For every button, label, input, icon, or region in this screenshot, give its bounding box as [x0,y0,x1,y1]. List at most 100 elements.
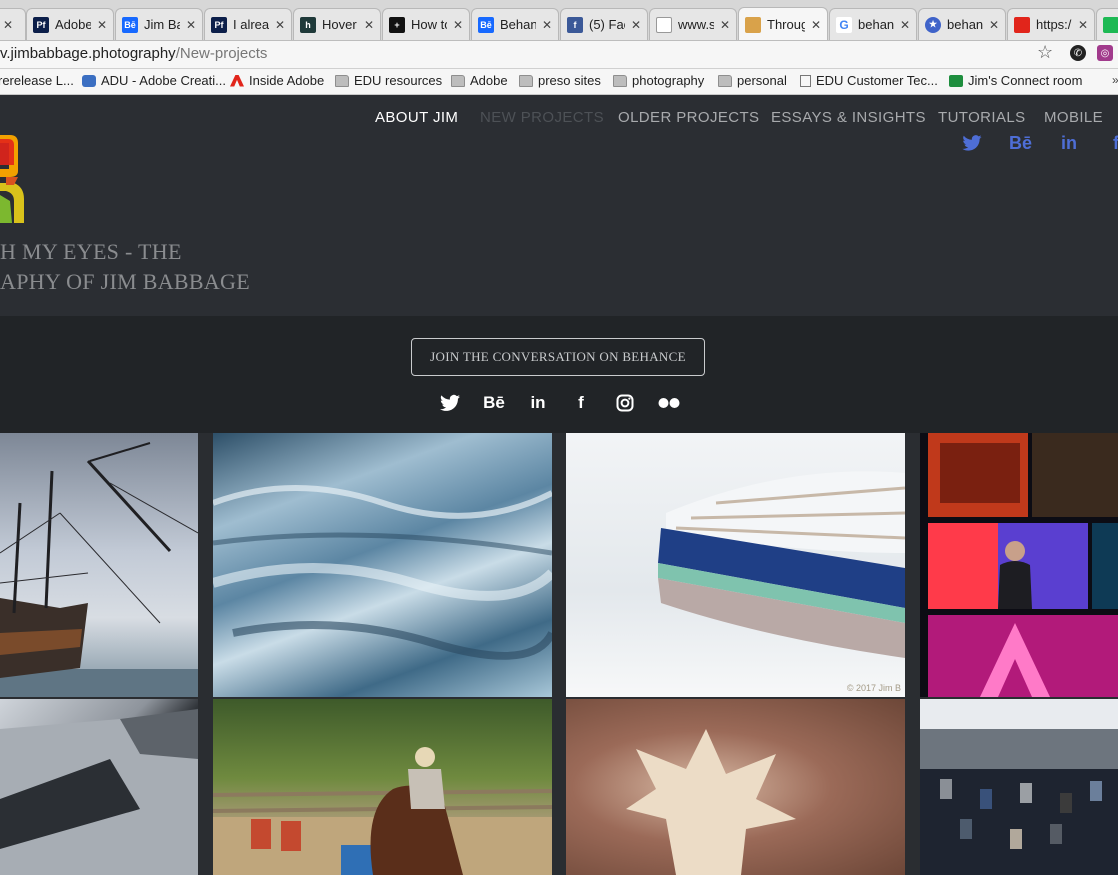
tile-leaf[interactable] [566,699,905,875]
bookmarks-bar: rerelease L... ADU - Adobe Creati... Ins… [0,69,1118,95]
boat-photo [658,471,905,658]
favicon-icon: Pf [33,16,49,33]
folder-icon [613,74,627,87]
chat-extension-icon[interactable]: ✆ [1070,45,1086,61]
browser-tab[interactable]: Pf I alrea ✕ [204,8,292,40]
close-icon[interactable]: ✕ [811,18,821,32]
browser-tab-bar: ✕ Pf Adobe ✕ Bē Jim Ba ✕ Pf I alrea ✕ h … [0,0,1118,41]
close-icon[interactable]: ✕ [364,18,374,32]
flickr-icon[interactable] [657,393,681,413]
facebook-icon[interactable]: f [1113,133,1118,154]
bookmark-folder[interactable]: EDU resources [335,73,442,88]
close-icon[interactable]: ✕ [1078,18,1088,32]
browser-tab-partial[interactable] [1096,8,1118,40]
bookmark-item[interactable]: ADU - Adobe Creati... [82,73,226,88]
browser-tab[interactable]: h Hover ✕ [293,8,381,40]
behance-icon[interactable]: Bē [1009,133,1032,154]
ice-photo [213,485,552,660]
nav-about-jim[interactable]: ABOUT JIM [375,109,458,126]
favicon-icon: + [389,16,405,33]
close-icon[interactable]: ✕ [631,18,641,32]
site-header: H MY EYES - THE APHY OF JIM BABBAGE ABOU… [0,95,1118,316]
favicon-icon: f [567,16,583,33]
instagram-icon[interactable] [616,393,634,413]
bookmark-folder[interactable]: personal [718,73,787,88]
browser-tab[interactable]: + How to ✕ [382,8,470,40]
browser-tab[interactable]: ★ behanc ✕ [918,8,1006,40]
site-logo[interactable] [0,117,26,223]
ship-photo [0,442,198,697]
more-bookmarks-icon[interactable]: » [1112,73,1118,87]
crowd-photo [920,699,1118,875]
nav-older-projects[interactable]: OLDER PROJECTS [618,109,759,126]
bookmark-star-icon[interactable]: ☆ [1037,42,1053,63]
tile-crowd[interactable] [920,699,1118,875]
favicon-icon: Bē [478,16,494,33]
close-icon[interactable]: ✕ [542,18,552,32]
browser-tab[interactable]: f (5) Fac ✕ [560,8,648,40]
site-title: H MY EYES - THE APHY OF JIM BABBAGE [0,239,250,294]
bookmark-item[interactable]: rerelease L... [0,73,74,88]
address-bar[interactable]: v.jimbabbage.photography/New-projects ☆ … [0,41,1118,69]
browser-tab[interactable]: Bē Behan ✕ [471,8,559,40]
nav-mobile[interactable]: MOBILE [1044,109,1103,126]
project-gallery: © 2017 Jim B [0,433,1118,875]
document-icon [656,16,672,33]
linkedin-icon[interactable]: in [1061,133,1077,154]
linkedin-icon[interactable]: in [528,393,548,413]
nav-new-projects[interactable]: NEW PROJECTS [480,109,604,126]
bookmark-folder[interactable]: preso sites [519,73,601,88]
tile-rodeo[interactable] [213,699,552,875]
close-icon[interactable]: ✕ [989,18,999,32]
browser-tab-partial[interactable]: ✕ [0,8,26,40]
twitter-icon[interactable] [962,135,982,151]
tile-boat[interactable]: © 2017 Jim B [566,433,905,697]
tile-architecture[interactable] [0,699,198,875]
connect-icon [949,74,963,87]
browser-tab[interactable]: Pf Adobe ✕ [26,8,114,40]
folder-icon [451,74,465,87]
close-icon[interactable]: ✕ [720,18,730,32]
bookmark-folder[interactable]: Adobe [451,73,508,88]
bookmark-item[interactable]: EDU Customer Tec... [800,73,938,88]
facebook-icon[interactable]: f [574,393,588,413]
browser-tab[interactable]: Bē Jim Ba ✕ [115,8,203,40]
tile-ship[interactable] [0,433,198,697]
close-icon[interactable]: ✕ [97,18,107,32]
tile-ice[interactable] [213,433,552,697]
document-icon [800,74,811,87]
close-icon[interactable]: ✕ [3,18,13,32]
join-behance-button[interactable]: JOIN THE CONVERSATION ON BEHANCE [411,338,705,376]
nav-tutorials[interactable]: TUTORIALS [938,109,1026,126]
browser-tab[interactable]: G behanc ✕ [829,8,917,40]
conference-photo [928,433,1118,697]
cube-icon [82,74,96,87]
twitter-icon[interactable] [440,393,460,413]
url-text[interactable]: v.jimbabbage.photography/New-projects [0,45,267,62]
close-icon[interactable]: ✕ [275,18,285,32]
browser-tab[interactable]: www.s ✕ [649,8,737,40]
browser-tab-active[interactable]: Throug ✕ [738,7,828,40]
close-icon[interactable]: ✕ [453,18,463,32]
site-logo-icon [745,16,761,33]
close-icon[interactable]: ✕ [900,18,910,32]
favicon-icon: h [300,16,316,33]
nav-essays-insights[interactable]: ESSAYS & INSIGHTS [771,109,926,126]
browser-tab[interactable]: https:/ ✕ [1007,8,1095,40]
instagram-extension-icon[interactable]: ◎ [1097,45,1113,61]
folder-icon [519,74,533,87]
close-icon[interactable]: ✕ [186,18,196,32]
bookmark-item[interactable]: Inside Adobe [230,73,324,88]
rodeo-photo [213,747,552,875]
bookmark-folder[interactable]: photography [613,73,704,88]
adobe-icon [1014,16,1030,33]
architecture-photo [0,709,198,875]
favicon-icon: Pf [211,16,227,33]
folder-icon [335,74,349,87]
tile-conference[interactable] [920,433,1118,697]
star-icon: ★ [925,16,941,33]
favicon-icon: Bē [122,16,138,33]
bookmark-item[interactable]: Jim's Connect room [949,73,1082,88]
behance-icon[interactable]: Bē [482,393,506,413]
photo-watermark: © 2017 Jim B [846,683,901,693]
